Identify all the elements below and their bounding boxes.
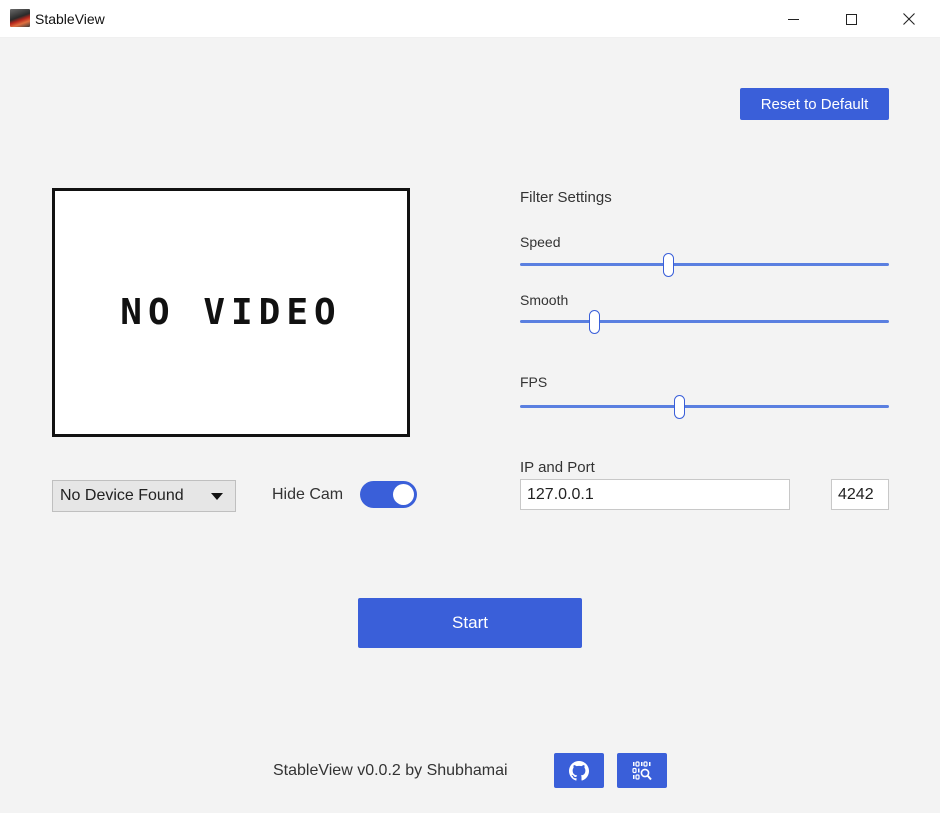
minimize-button[interactable] — [770, 0, 816, 38]
device-select-value: No Device Found — [60, 487, 184, 504]
filter-settings-heading: Filter Settings — [520, 189, 612, 206]
footer-credits: StableView v0.0.2 by Shubhamai — [273, 762, 508, 779]
port-input[interactable]: 4242 — [831, 479, 889, 510]
speed-slider[interactable] — [520, 253, 889, 277]
github-button[interactable] — [554, 753, 604, 788]
speed-label: Speed — [520, 234, 561, 250]
caret-down-icon — [211, 493, 223, 500]
fps-slider-thumb[interactable] — [673, 395, 685, 419]
fps-label: FPS — [520, 374, 548, 390]
maximize-icon — [845, 13, 857, 25]
binary-search-icon — [632, 760, 652, 780]
smooth-label: Smooth — [520, 292, 569, 308]
close-icon — [903, 13, 915, 25]
hide-cam-toggle[interactable] — [360, 481, 417, 508]
video-preview: NO VIDEO — [52, 188, 410, 437]
window-title: StableView — [35, 11, 105, 27]
ip-port-label: IP and Port — [520, 459, 595, 476]
start-button[interactable]: Start — [358, 598, 582, 648]
app-logo-icon — [10, 9, 30, 27]
hide-cam-label: Hide Cam — [272, 486, 344, 503]
ip-input[interactable]: 127.0.0.1 — [520, 479, 790, 510]
github-icon — [569, 760, 589, 781]
smooth-slider-track — [520, 320, 889, 323]
fps-slider-track — [520, 405, 889, 408]
smooth-slider-thumb[interactable] — [588, 310, 600, 334]
fps-slider[interactable] — [520, 395, 889, 419]
close-button[interactable] — [886, 0, 932, 38]
docs-button[interactable] — [617, 753, 667, 788]
minimize-icon — [787, 18, 799, 20]
maximize-button[interactable] — [828, 0, 874, 38]
speed-slider-track — [520, 263, 889, 266]
speed-slider-thumb[interactable] — [662, 253, 674, 277]
toggle-knob — [393, 484, 414, 505]
device-select[interactable]: No Device Found — [52, 480, 236, 512]
title-bar: StableView — [0, 0, 940, 38]
reset-to-default-button[interactable]: Reset to Default — [740, 88, 889, 120]
no-video-text: NO VIDEO — [120, 292, 342, 333]
smooth-slider[interactable] — [520, 310, 889, 334]
